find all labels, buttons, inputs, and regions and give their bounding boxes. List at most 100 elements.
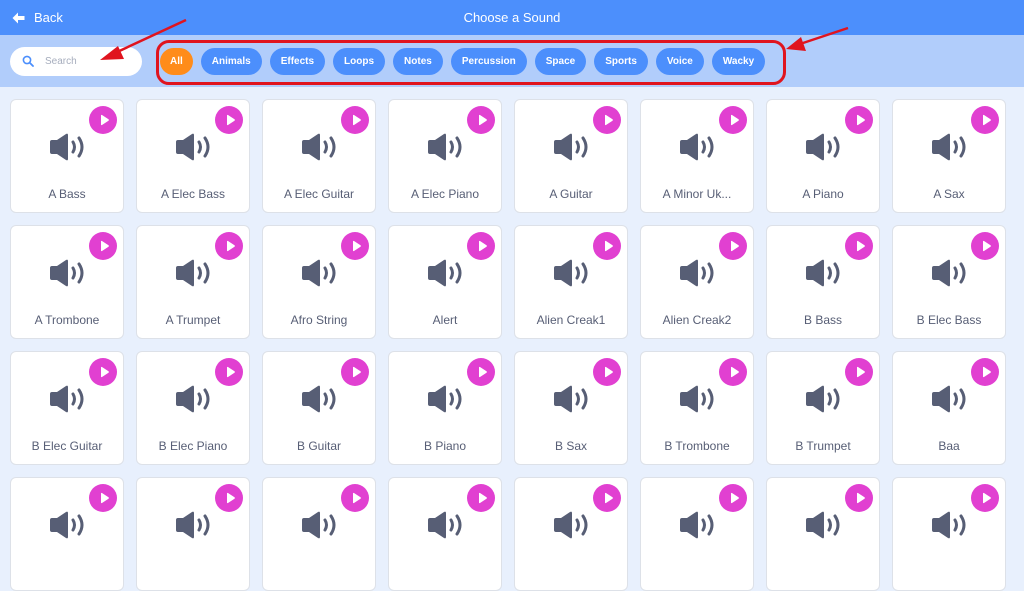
sound-card[interactable]: [640, 477, 754, 591]
play-button[interactable]: [89, 106, 117, 134]
play-icon: [854, 114, 866, 126]
tag-space[interactable]: Space: [534, 48, 587, 75]
sound-card[interactable]: [10, 477, 124, 591]
sound-card[interactable]: B Piano: [388, 351, 502, 465]
play-icon: [98, 114, 110, 126]
tag-animals[interactable]: Animals: [200, 48, 262, 75]
play-icon: [728, 492, 740, 504]
sound-name: Afro String: [290, 313, 348, 327]
play-button[interactable]: [215, 358, 243, 386]
sound-card[interactable]: Baa: [892, 351, 1006, 465]
play-button[interactable]: [719, 484, 747, 512]
play-button[interactable]: [467, 358, 495, 386]
play-button[interactable]: [215, 106, 243, 134]
sound-card[interactable]: Alien Creak1: [514, 225, 628, 339]
sound-card[interactable]: [766, 477, 880, 591]
play-icon: [98, 240, 110, 252]
sound-card[interactable]: [262, 477, 376, 591]
speaker-icon: [300, 385, 340, 418]
play-button[interactable]: [971, 484, 999, 512]
sound-card[interactable]: B Elec Guitar: [10, 351, 124, 465]
sound-card[interactable]: A Elec Guitar: [262, 99, 376, 213]
sound-card[interactable]: B Elec Bass: [892, 225, 1006, 339]
sound-card[interactable]: Alert: [388, 225, 502, 339]
sound-name: A Trumpet: [165, 313, 221, 327]
sound-card[interactable]: A Guitar: [514, 99, 628, 213]
play-button[interactable]: [971, 106, 999, 134]
play-button[interactable]: [719, 232, 747, 260]
play-button[interactable]: [719, 358, 747, 386]
sound-card[interactable]: A Piano: [766, 99, 880, 213]
sound-card[interactable]: Alien Creak2: [640, 225, 754, 339]
play-button[interactable]: [215, 484, 243, 512]
sound-card[interactable]: B Trombone: [640, 351, 754, 465]
tag-all[interactable]: All: [160, 48, 193, 75]
play-button[interactable]: [467, 484, 495, 512]
speaker-icon: [426, 385, 466, 418]
tag-notes[interactable]: Notes: [393, 48, 443, 75]
play-button[interactable]: [593, 358, 621, 386]
sound-card[interactable]: A Bass: [10, 99, 124, 213]
tag-loops[interactable]: Loops: [333, 48, 386, 75]
sound-card[interactable]: [892, 477, 1006, 591]
play-button[interactable]: [593, 106, 621, 134]
sound-card[interactable]: B Guitar: [262, 351, 376, 465]
play-button[interactable]: [341, 484, 369, 512]
play-icon: [980, 492, 992, 504]
tag-percussion[interactable]: Percussion: [450, 48, 527, 75]
play-button[interactable]: [845, 358, 873, 386]
play-button[interactable]: [467, 106, 495, 134]
tag-voice[interactable]: Voice: [655, 48, 704, 75]
play-button[interactable]: [341, 358, 369, 386]
sound-card[interactable]: [136, 477, 250, 591]
sound-card[interactable]: A Trombone: [10, 225, 124, 339]
search-input[interactable]: [45, 52, 135, 71]
play-button[interactable]: [341, 232, 369, 260]
play-button[interactable]: [341, 106, 369, 134]
play-button[interactable]: [467, 232, 495, 260]
sound-name: A Elec Guitar: [283, 187, 355, 201]
sound-name: B Trombone: [664, 439, 730, 453]
sound-card[interactable]: A Sax: [892, 99, 1006, 213]
tag-wacky[interactable]: Wacky: [711, 48, 766, 75]
sound-card[interactable]: A Elec Bass: [136, 99, 250, 213]
sound-card[interactable]: A Elec Piano: [388, 99, 502, 213]
play-icon: [602, 114, 614, 126]
play-button[interactable]: [89, 358, 117, 386]
speaker-icon: [930, 511, 970, 544]
play-button[interactable]: [719, 106, 747, 134]
play-button[interactable]: [89, 232, 117, 260]
play-button[interactable]: [971, 358, 999, 386]
sound-name: A Bass: [48, 187, 86, 201]
sound-name: Alien Creak2: [662, 313, 732, 327]
sound-card[interactable]: A Trumpet: [136, 225, 250, 339]
play-button[interactable]: [845, 484, 873, 512]
sound-name: A Minor Uk...: [662, 187, 732, 201]
sound-card[interactable]: A Minor Uk...: [640, 99, 754, 213]
play-button[interactable]: [215, 232, 243, 260]
sound-card[interactable]: B Trumpet: [766, 351, 880, 465]
sound-card[interactable]: Afro String: [262, 225, 376, 339]
play-button[interactable]: [593, 484, 621, 512]
play-button[interactable]: [845, 106, 873, 134]
tag-sports[interactable]: Sports: [594, 48, 648, 75]
play-button[interactable]: [971, 232, 999, 260]
sound-name: B Guitar: [296, 439, 341, 453]
speaker-icon: [300, 511, 340, 544]
sound-card[interactable]: B Sax: [514, 351, 628, 465]
play-button[interactable]: [593, 232, 621, 260]
sound-card[interactable]: [514, 477, 628, 591]
play-icon: [854, 240, 866, 252]
search-box[interactable]: [10, 47, 142, 76]
play-icon: [476, 366, 488, 378]
sound-card[interactable]: B Elec Piano: [136, 351, 250, 465]
sound-name: A Elec Bass: [160, 187, 226, 201]
play-button[interactable]: [845, 232, 873, 260]
sound-card[interactable]: [388, 477, 502, 591]
sound-card[interactable]: B Bass: [766, 225, 880, 339]
search-icon: [22, 55, 34, 67]
tag-effects[interactable]: Effects: [269, 48, 326, 75]
play-icon: [476, 240, 488, 252]
play-button[interactable]: [89, 484, 117, 512]
sound-name: A Trombone: [34, 313, 100, 327]
